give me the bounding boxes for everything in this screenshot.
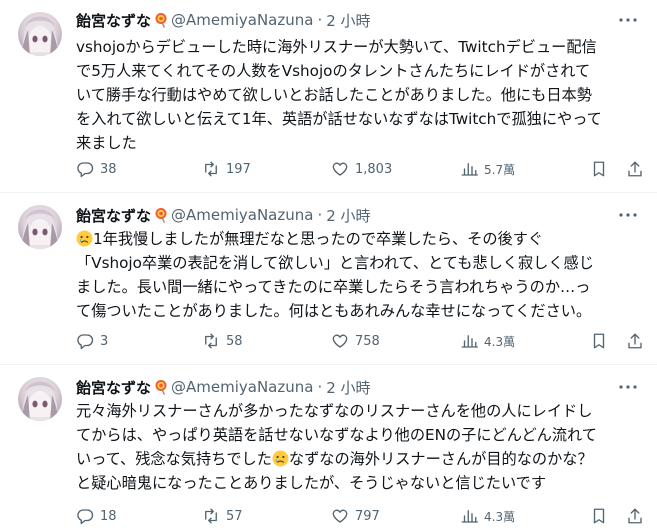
more-icon[interactable] xyxy=(617,10,639,30)
share-button[interactable] xyxy=(626,331,644,351)
like-icon xyxy=(332,334,348,348)
tweet-text: 元々海外リスナーさんが多かったなずなのリスナーさんを他の人にレイドし てからは、… xyxy=(76,399,642,495)
retweet-icon xyxy=(205,161,217,177)
views-icon xyxy=(461,510,478,523)
views-icon xyxy=(461,335,478,348)
reply-button[interactable]: 3 xyxy=(76,331,108,351)
display-name[interactable]: 飴宮なずな xyxy=(76,377,151,398)
views-button[interactable]: 5.7萬 xyxy=(460,159,515,179)
timestamp[interactable]: 2 小時 xyxy=(326,10,370,31)
reply-icon xyxy=(77,334,94,350)
tweet-text-line: いて勝手な行動はやめて欲しいとお話したことがありました。他にも日本勢 xyxy=(76,86,592,104)
separator-dot: · xyxy=(317,11,323,29)
like-button[interactable]: 797 xyxy=(331,506,380,526)
sad-tear-emoji xyxy=(272,450,289,467)
tweet-text-segment: いって、残念な気持ちでした xyxy=(76,450,272,468)
reply-button[interactable]: 38 xyxy=(76,159,117,179)
like-count: 797 xyxy=(355,508,380,524)
tweet-text-line: 「Vshojo卒業の表記を消して欲しい」と言われて、とても悲しく寂しく感じ xyxy=(76,254,594,272)
avatar[interactable] xyxy=(18,205,62,249)
bookmark-button[interactable] xyxy=(590,506,608,526)
tweet-text-line: 来ました xyxy=(76,134,137,152)
user-handle[interactable]: @AmemiyaNazuna xyxy=(171,206,313,224)
like-icon xyxy=(332,162,348,176)
action-bar: 38 197 1,803 5.7萬 xyxy=(76,159,642,179)
reply-icon xyxy=(77,509,94,525)
share-icon xyxy=(628,508,642,524)
views-button[interactable]: 4.3萬 xyxy=(460,331,515,351)
like-count: 1,803 xyxy=(355,161,393,177)
tweet-header: 飴宮なずな @AmemiyaNazuna · 2 小時 xyxy=(76,10,371,30)
reply-count: 38 xyxy=(100,161,117,177)
tweet-3[interactable]: 飴宮なずな @AmemiyaNazuna · 2 小時 元々海外リスナーさんが多… xyxy=(0,365,657,528)
retweet-count: 57 xyxy=(226,508,243,524)
like-icon xyxy=(332,509,348,523)
action-bar: 3 58 758 4.3萬 xyxy=(76,331,642,351)
separator-dot: · xyxy=(317,206,323,224)
bookmark-button[interactable] xyxy=(590,159,608,179)
tweet-text-segment: なずなの海外リスナーさんが目的なのかな？ xyxy=(288,450,593,468)
share-button[interactable] xyxy=(626,506,644,526)
tweet-text-line: いって、残念な気持ちでした なずなの海外リスナーさんが目的なのかな？ xyxy=(76,447,642,471)
tweet-text-line: と疑心暗鬼になったことありましたが、そうじゃないと信じたいです xyxy=(76,474,547,492)
reply-count: 3 xyxy=(100,333,109,349)
views-count: 4.3萬 xyxy=(484,334,516,349)
lollipop-emoji xyxy=(153,379,169,395)
tweet-header: 飴宮なずな @AmemiyaNazuna · 2 小時 xyxy=(76,377,371,397)
tweet-text: vshojoからデビューした時に海外リスナーが大勢いて、Twitchデビュー配信… xyxy=(76,35,642,155)
retweet-icon xyxy=(205,508,217,524)
timestamp[interactable]: 2 小時 xyxy=(326,377,370,398)
lollipop-emoji xyxy=(153,207,169,223)
tweet-text-line: を入れて欲しいと伝えて1年、英語が話せないなずなはTwitchで孤独にやって xyxy=(76,110,602,128)
user-handle[interactable]: @AmemiyaNazuna xyxy=(171,11,313,29)
tweet-text-line: ました。長い間一緒にやってきたのに卒業したらそう言われちゃうのか…っ xyxy=(76,278,591,296)
views-count: 5.7萬 xyxy=(484,162,516,177)
tweet-header: 飴宮なずな @AmemiyaNazuna · 2 小時 xyxy=(76,205,371,225)
retweet-button[interactable]: 197 xyxy=(202,159,251,179)
display-name[interactable]: 飴宮なずな xyxy=(76,205,151,226)
timestamp[interactable]: 2 小時 xyxy=(326,205,370,226)
more-icon[interactable] xyxy=(617,377,639,397)
bookmark-icon xyxy=(593,333,605,349)
retweet-icon xyxy=(205,333,217,349)
more-icon[interactable] xyxy=(617,205,639,225)
tweet-text-line: 1年我慢しましたが無理だなと思ったので卒業したら、その後すぐ xyxy=(76,227,642,251)
tweet-text: 1年我慢しましたが無理だなと思ったので卒業したら、その後すぐ 「Vshojo卒業… xyxy=(76,227,642,323)
like-count: 758 xyxy=(355,333,380,349)
tweet-text-line: 元々海外リスナーさんが多かったなずなのリスナーさんを他の人にレイドし xyxy=(76,402,593,420)
separator-dot: · xyxy=(317,378,323,396)
views-icon xyxy=(461,163,478,176)
tweet-text-line: で5万人来てくれてその人数をVshojoのタレントさんたちにレイドがされて xyxy=(76,62,591,80)
tweet-text-segment: 1年我慢しましたが無理だなと思ったので卒業したら、その後すぐ xyxy=(93,230,544,248)
tweet-text-line: vshojoからデビューした時に海外リスナーが大勢いて、Twitchデビュー配信 xyxy=(76,38,597,56)
lollipop-emoji xyxy=(153,12,169,28)
share-icon xyxy=(628,161,642,177)
reply-count: 18 xyxy=(100,508,117,524)
share-button[interactable] xyxy=(626,159,644,179)
avatar[interactable] xyxy=(18,377,62,421)
tweet-text-line: てからは、やっぱり英語を話せないなずなより他のENの子にどんどん流れて xyxy=(76,426,597,444)
action-bar: 18 57 797 4.3萬 xyxy=(76,506,642,526)
share-icon xyxy=(628,333,642,349)
reply-icon xyxy=(77,162,94,178)
bookmark-icon xyxy=(593,508,605,524)
avatar[interactable] xyxy=(18,12,62,56)
retweet-count: 197 xyxy=(226,161,251,177)
retweet-count: 58 xyxy=(226,333,243,349)
bookmark-icon xyxy=(593,161,605,177)
sad-tear-emoji xyxy=(76,230,93,247)
tweet-1[interactable]: 飴宮なずな @AmemiyaNazuna · 2 小時 vshojoからデビュー… xyxy=(0,0,657,193)
reply-button[interactable]: 18 xyxy=(76,506,117,526)
retweet-button[interactable]: 57 xyxy=(202,506,243,526)
like-button[interactable]: 1,803 xyxy=(331,159,392,179)
like-button[interactable]: 758 xyxy=(331,331,380,351)
display-name[interactable]: 飴宮なずな xyxy=(76,10,151,31)
user-handle[interactable]: @AmemiyaNazuna xyxy=(171,378,313,396)
tweet-2[interactable]: 飴宮なずな @AmemiyaNazuna · 2 小時 1年我慢しましたが無理だ… xyxy=(0,193,657,365)
bookmark-button[interactable] xyxy=(590,331,608,351)
retweet-button[interactable]: 58 xyxy=(202,331,243,351)
views-count: 4.3萬 xyxy=(484,509,516,524)
views-button[interactable]: 4.3萬 xyxy=(460,506,515,526)
tweet-text-line: て傷ついたことがありました。何はともあれみんな幸せになってください。 xyxy=(76,302,592,320)
